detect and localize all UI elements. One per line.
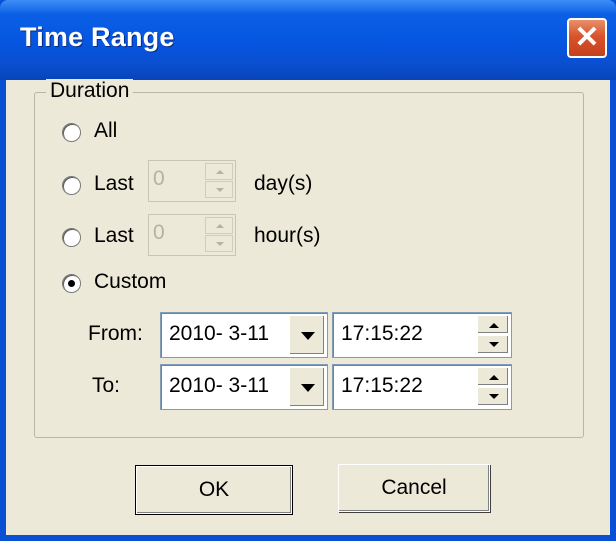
duration-group-label: Duration: [46, 79, 134, 103]
to-date-dropdown-icon[interactable]: [289, 367, 325, 407]
days-value: 0: [153, 167, 165, 190]
radio-last-days[interactable]: [62, 176, 81, 195]
cancel-button[interactable]: Cancel: [338, 464, 490, 512]
days-spin-up-icon[interactable]: [205, 163, 233, 180]
close-button[interactable]: ✕: [567, 18, 607, 58]
hours-spinner[interactable]: 0: [148, 214, 236, 256]
hours-spin-up-icon[interactable]: [205, 217, 233, 234]
from-date-picker[interactable]: 2010- 3-11: [160, 312, 328, 358]
hours-value: 0: [153, 221, 165, 244]
from-time-value: 17:15:22: [341, 322, 423, 345]
from-label: From:: [88, 322, 143, 345]
radio-all[interactable]: [62, 123, 81, 142]
title-bar: Time Range ✕: [0, 0, 616, 80]
to-time-value: 17:15:22: [341, 374, 423, 397]
radio-custom-label: Custom: [94, 270, 167, 293]
hours-unit-label: hour(s): [254, 224, 321, 247]
days-unit-label: day(s): [254, 172, 313, 195]
radio-last-days-label: Last: [94, 172, 134, 195]
to-time-up-icon[interactable]: [477, 367, 509, 386]
close-icon: ✕: [574, 21, 600, 54]
hours-spin-down-icon[interactable]: [205, 235, 233, 252]
from-time-field[interactable]: 17:15:22: [332, 312, 512, 358]
radio-custom[interactable]: [62, 274, 81, 293]
to-time-down-icon[interactable]: [477, 387, 509, 406]
to-time-field[interactable]: 17:15:22: [332, 364, 512, 410]
from-time-up-icon[interactable]: [477, 315, 509, 334]
to-date-picker[interactable]: 2010- 3-11: [160, 364, 328, 410]
to-date-value: 2010- 3-11: [169, 374, 270, 397]
from-date-value: 2010- 3-11: [169, 322, 270, 345]
from-date-dropdown-icon[interactable]: [289, 315, 325, 355]
days-spin-down-icon[interactable]: [205, 181, 233, 198]
radio-last-hours-label: Last: [94, 224, 134, 247]
window-title: Time Range: [20, 22, 175, 52]
to-label: To:: [92, 374, 121, 397]
from-time-down-icon[interactable]: [477, 335, 509, 354]
time-range-dialog: Time Range ✕ Duration All Last 0 day(s) …: [0, 0, 616, 541]
radio-last-hours[interactable]: [62, 228, 81, 247]
radio-all-label: All: [94, 119, 118, 142]
days-spinner[interactable]: 0: [148, 160, 236, 202]
ok-button[interactable]: OK: [135, 465, 293, 515]
